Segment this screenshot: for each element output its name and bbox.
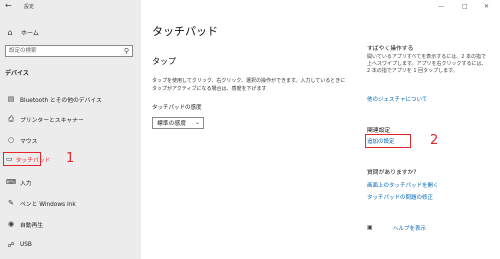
section-label-devices: デバイス (5, 70, 29, 77)
fix-touchpad-problems-link[interactable]: タッチパッドの問題の修正 (367, 193, 433, 201)
back-arrow-icon[interactable]: ← (5, 1, 12, 10)
home-label: ホーム (21, 29, 39, 37)
sidebar-item-label: 自動再生 (20, 222, 44, 229)
touchpad-icon: ▭ (6, 155, 13, 163)
sidebar-item-input[interactable]: ⌨ 入力 (3, 175, 139, 189)
sidebar: ← 設定 ⌂ ホーム ⚲ デバイス ▤ Bluetooth とその他のデバイス … (0, 0, 141, 259)
tap-description: タップを使用してクリック、右クリック、選択の操作ができます。入力しているときにタ… (152, 78, 346, 92)
sidebar-item-label: プリンターとスキャナー (20, 117, 84, 124)
sidebar-item-autoplay[interactable]: ◉ 自動再生 (3, 217, 139, 231)
related-settings-heading: 関連設定 (367, 128, 391, 134)
sidebar-item-label: ペンと Windows Ink (20, 201, 76, 208)
search-input[interactable] (9, 46, 117, 56)
tap-heading: タップ (152, 57, 176, 66)
open-onscreen-touchpad-link[interactable]: 画面上のタッチパッドを開く (367, 181, 439, 189)
sidebar-item-label: 入力 (20, 180, 32, 187)
quick-description: 開いているアプリすべてを表示するには、2 本の指で上へスワイプします。アプリを右… (367, 54, 487, 75)
help-chat-icon: ▣ (367, 224, 373, 231)
gestures-link[interactable]: 他のジェスチャについて (367, 95, 427, 103)
sidebar-item-label: タッチパッド (15, 157, 51, 164)
sidebar-item-printers[interactable]: ⎙ プリンターとスキャナー (3, 112, 139, 126)
additional-settings-link[interactable]: 追加の設定 (367, 137, 395, 145)
close-icon[interactable]: ✕ (484, 3, 489, 10)
autoplay-icon: ◉ (7, 220, 15, 228)
home-nav-item[interactable]: ⌂ ホーム (5, 26, 39, 38)
search-box[interactable]: ⚲ (5, 45, 133, 57)
step-2-annotation: 2 (430, 133, 439, 148)
sidebar-item-label: USB (20, 242, 32, 248)
app-title: 設定 (24, 4, 35, 10)
step-1-annotation: 1 (66, 151, 75, 166)
chevron-down-icon: ⌄ (194, 119, 200, 126)
sensitivity-value: 標準の感度 (157, 121, 186, 127)
minimize-icon[interactable]: — (438, 3, 444, 10)
sidebar-item-label: Bluetooth とその他のデバイス (20, 97, 102, 104)
question-heading: 質問がありますか? (367, 170, 417, 176)
maximize-icon[interactable]: □ (462, 3, 468, 10)
sidebar-item-bluetooth[interactable]: ▤ Bluetooth とその他のデバイス (3, 92, 139, 106)
keyboard-icon: ⌨ (5, 178, 17, 186)
bluetooth-device-icon: ▤ (7, 95, 15, 103)
page-title: タッチパッド (152, 25, 218, 38)
printer-icon: ⎙ (8, 114, 14, 123)
quick-heading: すばやく操作する (367, 46, 414, 52)
home-icon: ⌂ (7, 27, 13, 37)
mouse-icon: ○ (7, 136, 15, 144)
sensitivity-dropdown[interactable]: 標準の感度 ⌄ (152, 117, 204, 129)
sidebar-item-usb[interactable]: ☍ USB (3, 238, 139, 252)
search-icon[interactable]: ⚲ (124, 46, 129, 56)
sensitivity-label: タッチパッドの感度 (152, 105, 202, 111)
pen-icon: ✎ (8, 199, 14, 207)
title-bar: ← 設定 (0, 0, 141, 14)
usb-icon: ☍ (7, 241, 15, 249)
help-link[interactable]: ヘルプを表示 (393, 224, 426, 232)
sidebar-item-label: マウス (20, 138, 38, 145)
sidebar-item-pen[interactable]: ✎ ペンと Windows Ink (3, 196, 139, 210)
sidebar-item-touchpad[interactable]: ▭ タッチパッド (3, 152, 50, 166)
sidebar-item-mouse[interactable]: ○ マウス (3, 133, 139, 147)
